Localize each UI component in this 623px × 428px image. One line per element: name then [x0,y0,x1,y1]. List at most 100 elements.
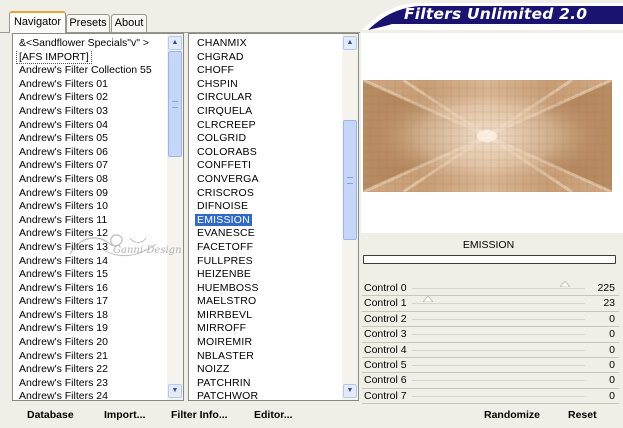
category-list-item[interactable]: Andrew's Filters 24 [13,390,167,401]
category-list-item[interactable]: Andrew's Filter Collection 55 [13,64,167,78]
filter-scroll-thumb[interactable] [343,120,357,240]
category-list-item[interactable]: Andrew's Filters 17 [13,295,167,309]
category-scroll-thumb[interactable] [168,51,182,157]
category-list-item[interactable]: Andrew's Filters 11 [13,214,167,228]
filter-list-item[interactable]: FULLPRES [189,255,342,269]
filter-list-item[interactable]: CLRCREEP [189,119,342,133]
filter-scroll-down-button[interactable]: ▼ [343,384,357,398]
category-list-item[interactable]: &<Sandflower Specials"v" > [13,37,167,51]
database-button[interactable]: Database [27,409,74,421]
category-list-item-label: Andrew's Filters 01 [19,77,108,90]
filter-list-item[interactable]: CHSPIN [189,78,342,92]
filter-list-item-label: MAELSTRO [197,295,257,308]
category-list-item[interactable]: Andrew's Filters 02 [13,91,167,105]
control-row[interactable]: Control 2 0 [362,312,619,328]
randomize-button[interactable]: Randomize [484,409,540,421]
filter-list-item[interactable]: CHANMIX [189,37,342,51]
control-row[interactable]: Control 3 0 [362,327,619,343]
filter-scrollbar[interactable]: ▲ ▼ [342,34,358,400]
filter-list-item[interactable]: PATCHWOR [189,390,342,400]
tab-about[interactable]: About [111,14,147,32]
category-list-item[interactable]: Andrew's Filters 05 [13,132,167,146]
filter-info-button[interactable]: Filter Info... [171,409,228,421]
category-scrollbar[interactable]: ▲ ▼ [167,34,183,400]
filter-list-item[interactable]: NBLASTER [189,350,342,364]
filter-list-item[interactable]: PATCHRIN [189,377,342,391]
category-list-item[interactable]: Andrew's Filters 03 [13,105,167,119]
filter-list-item[interactable]: NOIZZ [189,363,342,377]
filter-list-item-label: NOIZZ [197,363,230,376]
filter-list-item-label: FACETOFF [197,240,254,253]
filter-list[interactable]: CHANMIX CHGRAD CHOFF CHSPIN CIRCULAR CIRQUELA… [188,33,359,401]
filter-list-item[interactable]: CIRCULAR [189,91,342,105]
category-list-item[interactable]: Andrew's Filters 07 [13,159,167,173]
control-slider-track[interactable] [412,349,585,351]
control-slider-track[interactable] [412,364,585,366]
category-list-item[interactable]: Andrew's Filters 23 [13,377,167,391]
control-label: Control 1 [364,297,407,310]
category-list-item[interactable]: Andrew's Filters 01 [13,78,167,92]
category-list-item[interactable]: Andrew's Filters 15 [13,268,167,282]
filter-list-item[interactable]: DIFNOISE [189,200,342,214]
filter-list-item-label: HEIZENBE [197,268,252,281]
control-slider-track[interactable] [412,318,585,320]
filter-list-item-label: MOIREMIR [197,336,253,349]
control-row[interactable]: Control 0 225 [362,281,619,297]
filter-list-item[interactable]: MAELSTRO [189,295,342,309]
category-list-item[interactable]: Andrew's Filters 18 [13,309,167,323]
category-scroll-down-button[interactable]: ▼ [168,384,182,398]
filter-list-item[interactable]: HEIZENBE [189,268,342,282]
filter-list-item[interactable]: CHOFF [189,64,342,78]
filter-list-item[interactable]: COLORABS [189,146,342,160]
filter-list-item[interactable]: MIRRBEVL [189,309,342,323]
category-list-item[interactable]: [AFS IMPORT] [13,50,167,65]
control-row[interactable]: Control 5 0 [362,358,619,374]
filter-list-item[interactable]: CONFFETI [189,159,342,173]
filter-list-item[interactable]: MOIREMIR [189,336,342,350]
category-list-item[interactable]: Andrew's Filters 08 [13,173,167,187]
control-slider-track[interactable] [412,281,585,289]
category-list-item-label: Andrew's Filters 09 [19,186,108,199]
filter-list-item[interactable]: CIRQUELA [189,105,342,119]
category-list-item[interactable]: Andrew's Filters 09 [13,187,167,201]
control-row[interactable]: Control 6 0 [362,373,619,389]
filter-list-item[interactable]: CONVERGA [189,173,342,187]
category-list-item-label: Andrew's Filters 24 [19,390,108,401]
import-button[interactable]: Import... [104,409,145,421]
category-list-item[interactable]: Andrew's Filters 21 [13,350,167,364]
filter-scroll-up-button[interactable]: ▲ [343,36,357,50]
category-list-item[interactable]: Andrew's Filters 20 [13,336,167,350]
filter-list-item[interactable]: CHGRAD [189,51,342,65]
tab-navigator[interactable]: Navigator [9,11,66,33]
control-row[interactable]: Control 4 0 [362,343,619,358]
category-list-item[interactable]: Andrew's Filters 10 [13,200,167,214]
category-list-item[interactable]: Andrew's Filters 22 [13,363,167,377]
filter-list-item[interactable]: MIRROFF [189,322,342,336]
control-label: Control 5 [364,358,407,371]
category-scroll-up-button[interactable]: ▲ [168,36,182,50]
control-row[interactable]: Control 1 23 [362,296,619,312]
control-slider-thumb[interactable] [422,296,433,303]
control-slider-track[interactable] [412,296,585,305]
category-list-item[interactable]: Andrew's Filters 06 [13,146,167,160]
category-list-item[interactable]: Andrew's Filters 16 [13,282,167,296]
category-list-item[interactable]: Andrew's Filters 19 [13,322,167,336]
filter-list-item[interactable]: FACETOFF [189,241,342,255]
filter-list-item[interactable]: HUEMBOSS [189,282,342,296]
filter-list-item[interactable]: EMISSION [189,213,342,228]
control-slider-track[interactable] [412,380,585,382]
category-list-item[interactable]: Andrew's Filters 04 [13,119,167,133]
tab-presets[interactable]: Presets [66,14,110,32]
editor-button[interactable]: Editor... [254,409,293,421]
filter-list-item-label: CONFFETI [197,159,252,172]
control-row[interactable]: Control 7 0 [362,389,619,405]
filter-list-item[interactable]: EVANESCE [189,227,342,241]
filter-list-item[interactable]: COLGRID [189,132,342,146]
filter-list-item[interactable]: CRISCROS [189,187,342,201]
control-slider-thumb[interactable] [559,281,570,287]
category-list[interactable]: &<Sandflower Specials"v" > [AFS IMPORT] An… [12,33,184,401]
reset-button[interactable]: Reset [568,409,597,421]
control-slider-track[interactable] [412,395,585,397]
control-slider-track[interactable] [412,334,585,336]
control-value: 225 [597,282,615,294]
